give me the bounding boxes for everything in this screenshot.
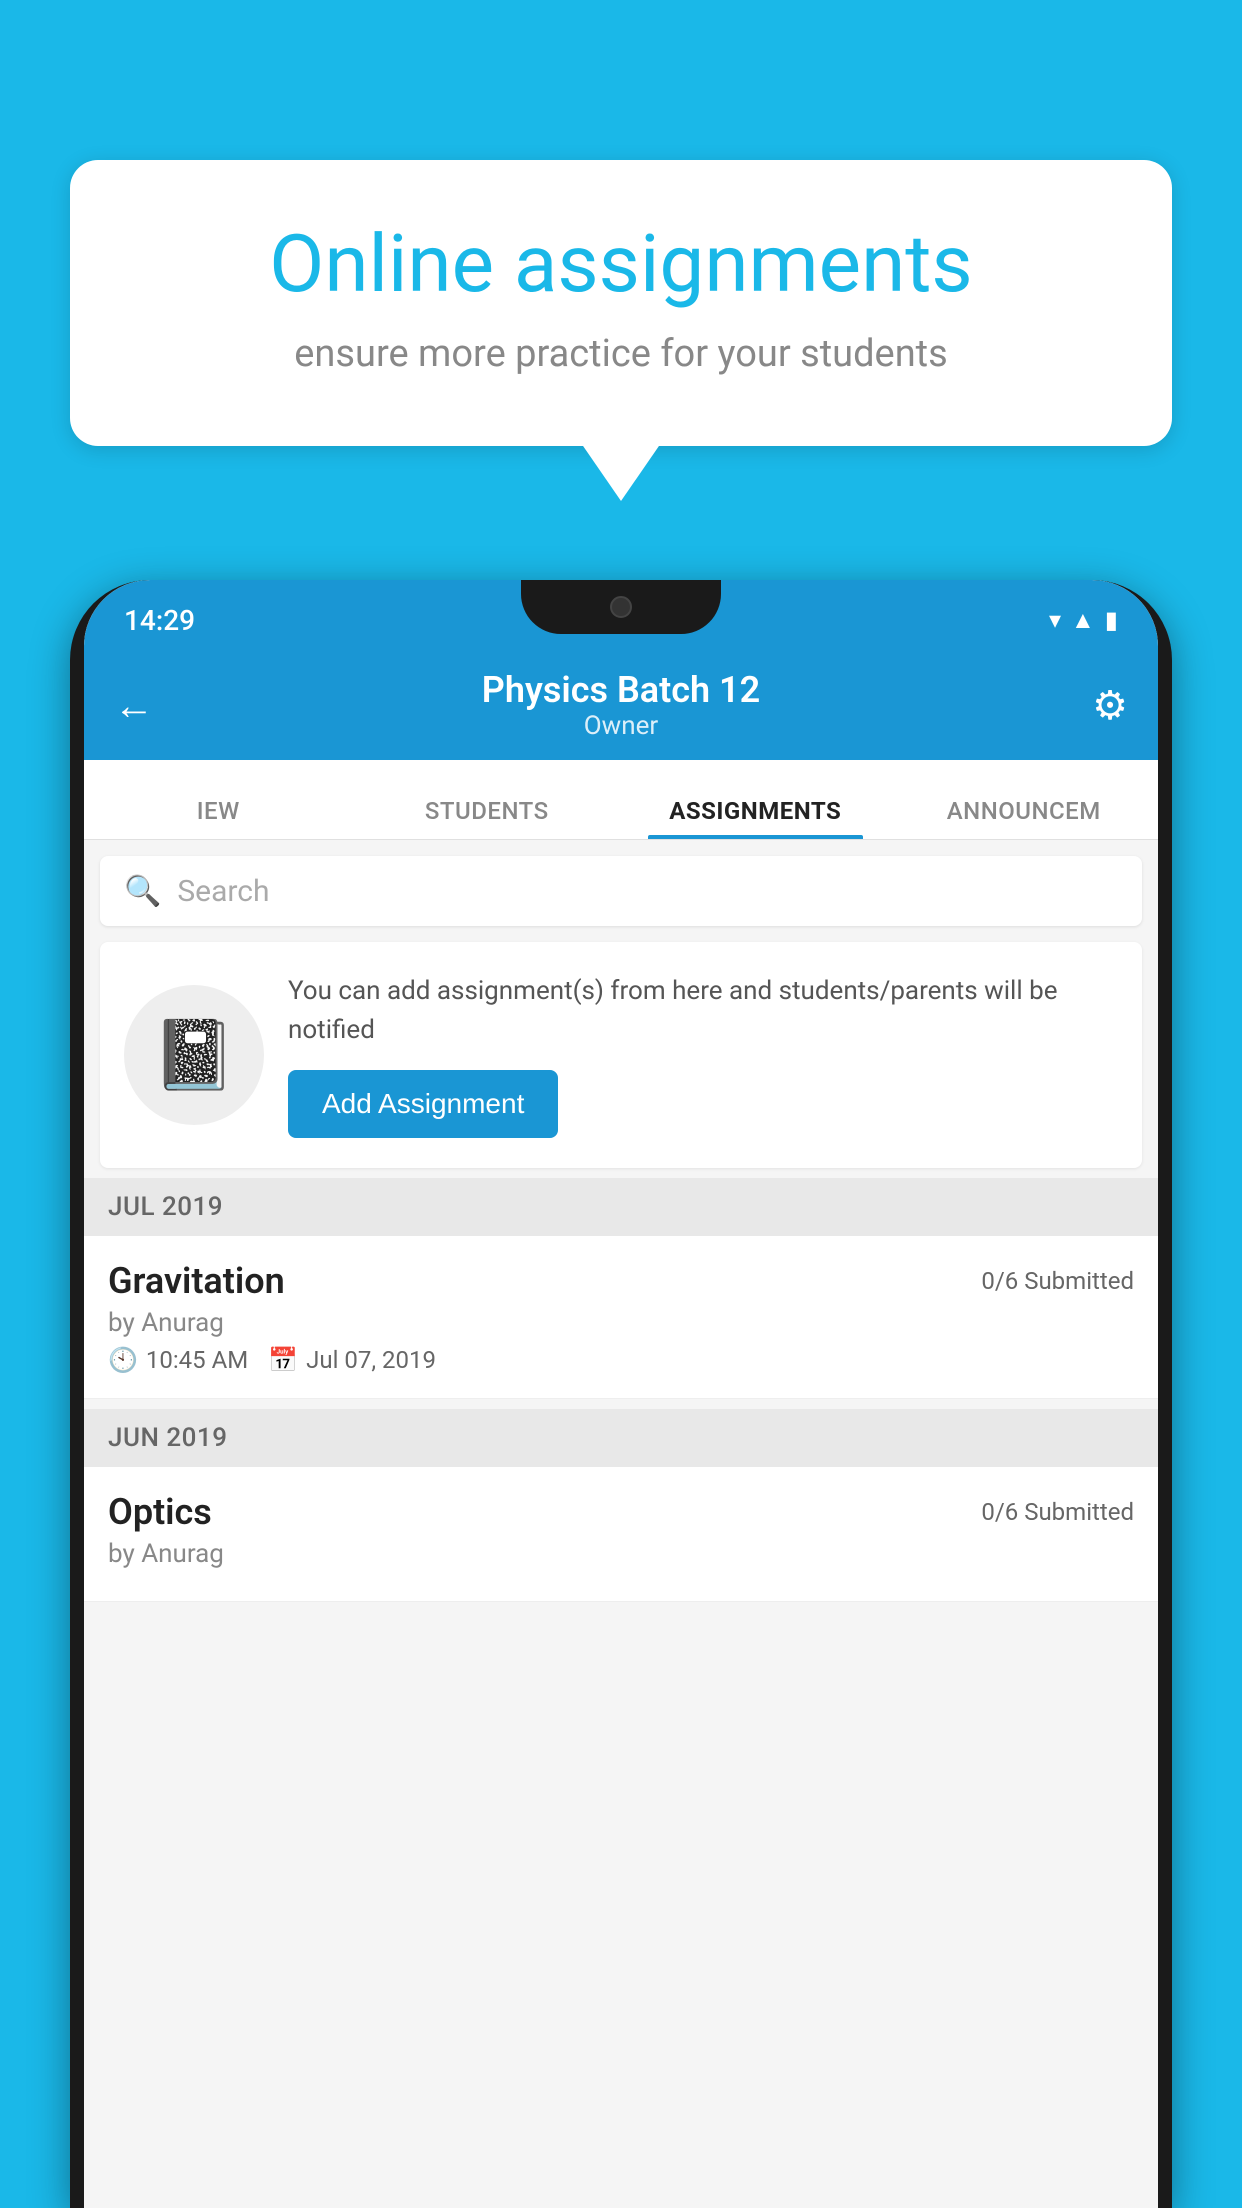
assignment-time: 🕙 10:45 AM [108, 1346, 248, 1374]
assignment-by-optics: by Anurag [108, 1539, 1134, 1569]
signal-icon: ▲ [1071, 606, 1095, 635]
notebook-icon: 📓 [152, 1015, 237, 1095]
back-button[interactable]: ← [114, 682, 154, 729]
speech-bubble: Online assignments ensure more practice … [70, 160, 1172, 446]
tab-announcements[interactable]: ANNOUNCEM [890, 797, 1159, 839]
calendar-icon: 📅 [268, 1346, 298, 1374]
assignment-name-optics: Optics [108, 1491, 212, 1533]
camera [610, 596, 632, 618]
assignment-gravitation[interactable]: Gravitation 0/6 Submitted by Anurag 🕙 10… [84, 1236, 1158, 1399]
app-header: ← Physics Batch 12 Owner ⚙ [84, 650, 1158, 760]
status-icons: ▾ ▲ ▮ [1049, 596, 1118, 635]
notch [521, 580, 721, 634]
bubble-subtitle: ensure more practice for your students [140, 332, 1102, 376]
empty-state: 📓 You can add assignment(s) from here an… [100, 942, 1142, 1168]
assignment-name: Gravitation [108, 1260, 285, 1302]
empty-state-text: You can add assignment(s) from here and … [288, 972, 1118, 1138]
header-title: Physics Batch 12 [482, 669, 760, 711]
assignment-submitted: 0/6 Submitted [981, 1267, 1134, 1295]
assignment-meta: 🕙 10:45 AM 📅 Jul 07, 2019 [108, 1346, 1134, 1374]
tab-students[interactable]: STUDENTS [353, 797, 622, 839]
empty-state-icon: 📓 [124, 985, 264, 1125]
settings-icon[interactable]: ⚙ [1092, 682, 1128, 729]
search-placeholder: Search [177, 874, 269, 909]
assignment-row-top-optics: Optics 0/6 Submitted [108, 1491, 1134, 1533]
content-area: 🔍 Search 📓 You can add assignment(s) fro… [84, 840, 1158, 2208]
tabs-bar: IEW STUDENTS ASSIGNMENTS ANNOUNCEM [84, 760, 1158, 840]
empty-state-description: You can add assignment(s) from here and … [288, 972, 1118, 1050]
status-time: 14:29 [124, 594, 195, 637]
section-jul-2019: JUL 2019 [84, 1178, 1158, 1236]
assignment-by: by Anurag [108, 1308, 1134, 1338]
battery-icon: ▮ [1105, 606, 1118, 634]
assignment-submitted-optics: 0/6 Submitted [981, 1498, 1134, 1526]
search-icon: 🔍 [124, 874, 161, 909]
assignment-date: 📅 Jul 07, 2019 [268, 1346, 436, 1374]
clock-icon: 🕙 [108, 1346, 138, 1374]
wifi-icon: ▾ [1049, 606, 1061, 634]
header-subtitle: Owner [482, 711, 760, 741]
tab-assignments[interactable]: ASSIGNMENTS [621, 797, 890, 839]
assignment-row-top: Gravitation 0/6 Submitted [108, 1260, 1134, 1302]
assignment-optics[interactable]: Optics 0/6 Submitted by Anurag [84, 1467, 1158, 1602]
tab-iew[interactable]: IEW [84, 797, 353, 839]
phone-frame: 14:29 ▾ ▲ ▮ ← Physics Batch 12 Owner ⚙ I… [70, 580, 1172, 2208]
header-center: Physics Batch 12 Owner [482, 669, 760, 741]
bubble-title: Online assignments [140, 220, 1102, 308]
add-assignment-button[interactable]: Add Assignment [288, 1070, 558, 1138]
phone-screen: 14:29 ▾ ▲ ▮ ← Physics Batch 12 Owner ⚙ I… [84, 580, 1158, 2208]
search-bar[interactable]: 🔍 Search [100, 856, 1142, 926]
section-jun-2019: JUN 2019 [84, 1409, 1158, 1467]
